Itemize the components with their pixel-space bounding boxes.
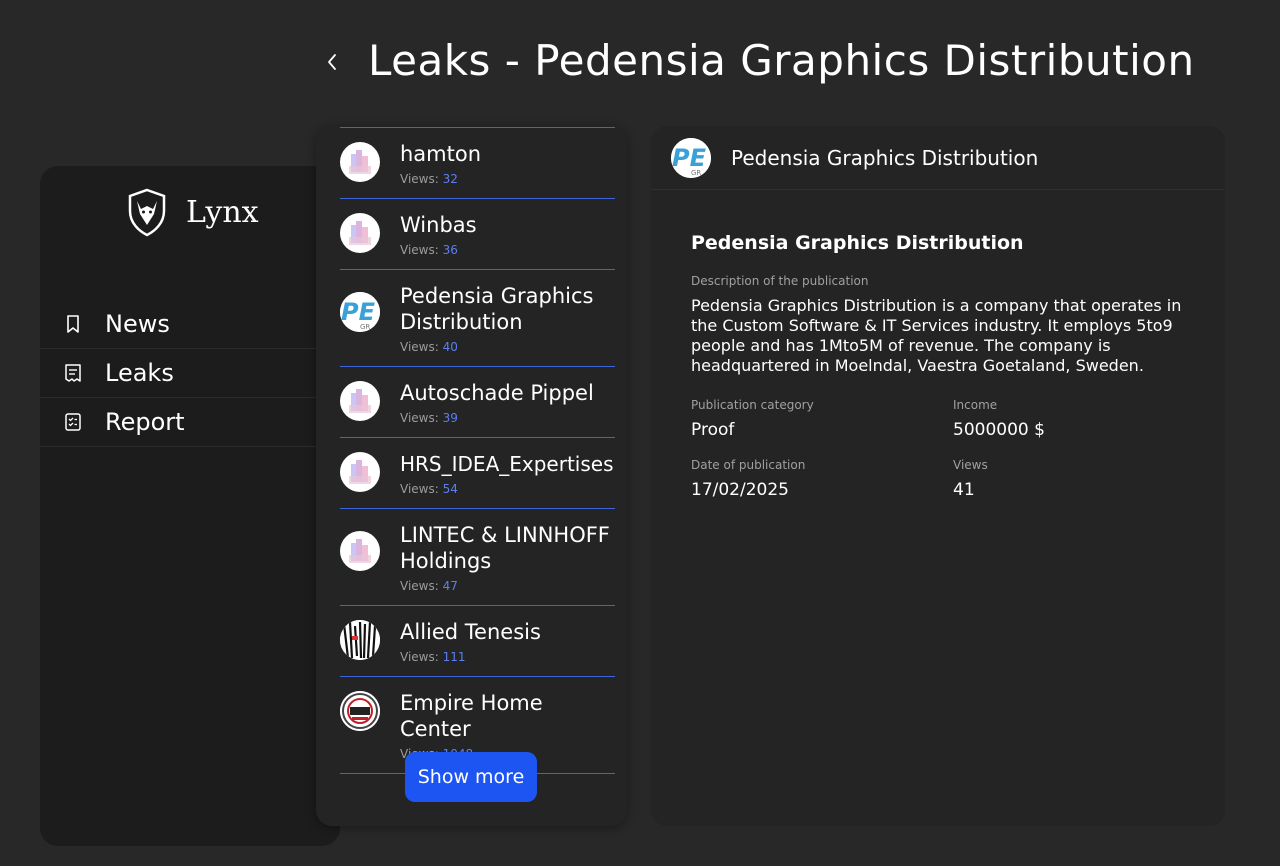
lynx-logo-icon bbox=[128, 188, 166, 237]
show-more-button[interactable]: Show more bbox=[405, 752, 537, 802]
item-views: Views: 36 bbox=[400, 243, 458, 257]
income-value: 5000000 $ bbox=[953, 420, 1045, 440]
receipt-icon bbox=[64, 364, 81, 382]
views-value: 41 bbox=[953, 480, 975, 500]
avatar bbox=[340, 531, 380, 571]
date-label: Date of publication bbox=[691, 458, 806, 472]
detail-body: Pedensia Graphics Distribution Descripti… bbox=[691, 232, 1191, 500]
views-count: 47 bbox=[442, 579, 458, 593]
publication-fields: Publication category Proof Income 500000… bbox=[691, 398, 1191, 500]
sidebar-item-label: Report bbox=[105, 408, 185, 436]
sidebar-item-leaks[interactable]: Leaks bbox=[40, 349, 340, 398]
avatar bbox=[340, 620, 380, 660]
sidebar-item-report[interactable]: Report bbox=[40, 398, 340, 447]
views-field: Views 41 bbox=[953, 458, 1191, 500]
leaks-list: hamton Views: 32 Winbas Views: 36 PE GR P… bbox=[340, 127, 615, 774]
item-views: Views: 40 bbox=[400, 340, 458, 354]
sidebar-nav: News Leaks Report bbox=[40, 300, 340, 447]
item-views: Views: 39 bbox=[400, 411, 458, 425]
svg-text:GR: GR bbox=[360, 323, 370, 331]
avatar bbox=[340, 381, 380, 421]
list-item[interactable]: LINTEC & LINNHOFF Holdings Views: 47 bbox=[340, 509, 615, 606]
views-count: 32 bbox=[442, 172, 458, 186]
avatar bbox=[340, 213, 380, 253]
item-name: Empire Home Center bbox=[400, 691, 543, 741]
date-field: Date of publication 17/02/2025 bbox=[691, 458, 953, 500]
sidebar: Lynx News Leaks Report bbox=[40, 166, 340, 846]
description-text: Pedensia Graphics Distribution is a comp… bbox=[691, 296, 1182, 375]
item-name: LINTEC & LINNHOFF Holdings bbox=[400, 523, 610, 573]
item-name: Winbas bbox=[400, 213, 477, 237]
category-label: Publication category bbox=[691, 398, 814, 412]
item-name: Pedensia Graphics Distribution bbox=[400, 284, 594, 334]
list-item[interactable]: HRS_IDEA_Expertises Views: 54 bbox=[340, 438, 615, 509]
avatar: PE GR bbox=[671, 138, 711, 178]
item-views: Views: 111 bbox=[400, 650, 466, 664]
views-label: Views bbox=[953, 458, 988, 472]
item-name: Autoschade Pippel bbox=[400, 381, 594, 405]
avatar: PE GR bbox=[340, 292, 380, 332]
income-label: Income bbox=[953, 398, 998, 412]
svg-text:PE: PE bbox=[341, 298, 376, 326]
chevron-left-icon bbox=[328, 54, 336, 70]
publication-title: Pedensia Graphics Distribution bbox=[691, 232, 1024, 254]
item-name: hamton bbox=[400, 142, 482, 166]
avatar bbox=[340, 691, 380, 731]
detail-panel: PE GR Pedensia Graphics Distribution Pede… bbox=[651, 126, 1225, 826]
views-count: 40 bbox=[442, 340, 458, 354]
item-name: Allied Tenesis bbox=[400, 620, 541, 644]
brand[interactable]: Lynx bbox=[124, 186, 259, 238]
description-label: Description of the publication bbox=[691, 274, 869, 288]
views-count: 111 bbox=[442, 650, 466, 664]
sidebar-item-label: News bbox=[105, 310, 170, 338]
income-field: Income 5000000 $ bbox=[953, 398, 1191, 440]
views-count: 54 bbox=[442, 482, 458, 496]
back-button[interactable] bbox=[318, 46, 346, 78]
svg-text:GR: GR bbox=[691, 169, 701, 177]
item-views: Views: 47 bbox=[400, 579, 458, 593]
list-item[interactable]: Autoschade Pippel Views: 39 bbox=[340, 367, 615, 438]
views-count: 39 bbox=[442, 411, 458, 425]
item-views: Views: 32 bbox=[400, 172, 458, 186]
avatar bbox=[340, 452, 380, 492]
sidebar-item-label: Leaks bbox=[105, 359, 174, 387]
category-field: Publication category Proof bbox=[691, 398, 953, 440]
brand-name: Lynx bbox=[186, 194, 259, 230]
svg-text:PE: PE bbox=[672, 144, 707, 172]
clipboard-check-icon bbox=[64, 413, 81, 431]
bookmark-icon bbox=[66, 315, 79, 333]
views-count: 36 bbox=[442, 243, 458, 257]
item-views: Views: 54 bbox=[400, 482, 458, 496]
sidebar-item-news[interactable]: News bbox=[40, 300, 340, 349]
avatar bbox=[340, 142, 380, 182]
item-name: HRS_IDEA_Expertises bbox=[400, 452, 614, 476]
category-value: Proof bbox=[691, 420, 735, 440]
list-item[interactable]: Winbas Views: 36 bbox=[340, 199, 615, 270]
leaks-list-panel: hamton Views: 32 Winbas Views: 36 PE GR P… bbox=[316, 126, 627, 826]
list-item[interactable]: PE GR Pedensia Graphics Distribution View… bbox=[340, 270, 615, 367]
list-item[interactable]: Allied Tenesis Views: 111 bbox=[340, 606, 615, 677]
date-value: 17/02/2025 bbox=[691, 480, 789, 500]
page-title: Leaks - Pedensia Graphics Distribution bbox=[368, 36, 1195, 85]
detail-header: PE GR Pedensia Graphics Distribution bbox=[651, 126, 1225, 190]
list-item[interactable]: hamton Views: 32 bbox=[340, 128, 615, 199]
detail-header-title: Pedensia Graphics Distribution bbox=[731, 145, 1039, 170]
